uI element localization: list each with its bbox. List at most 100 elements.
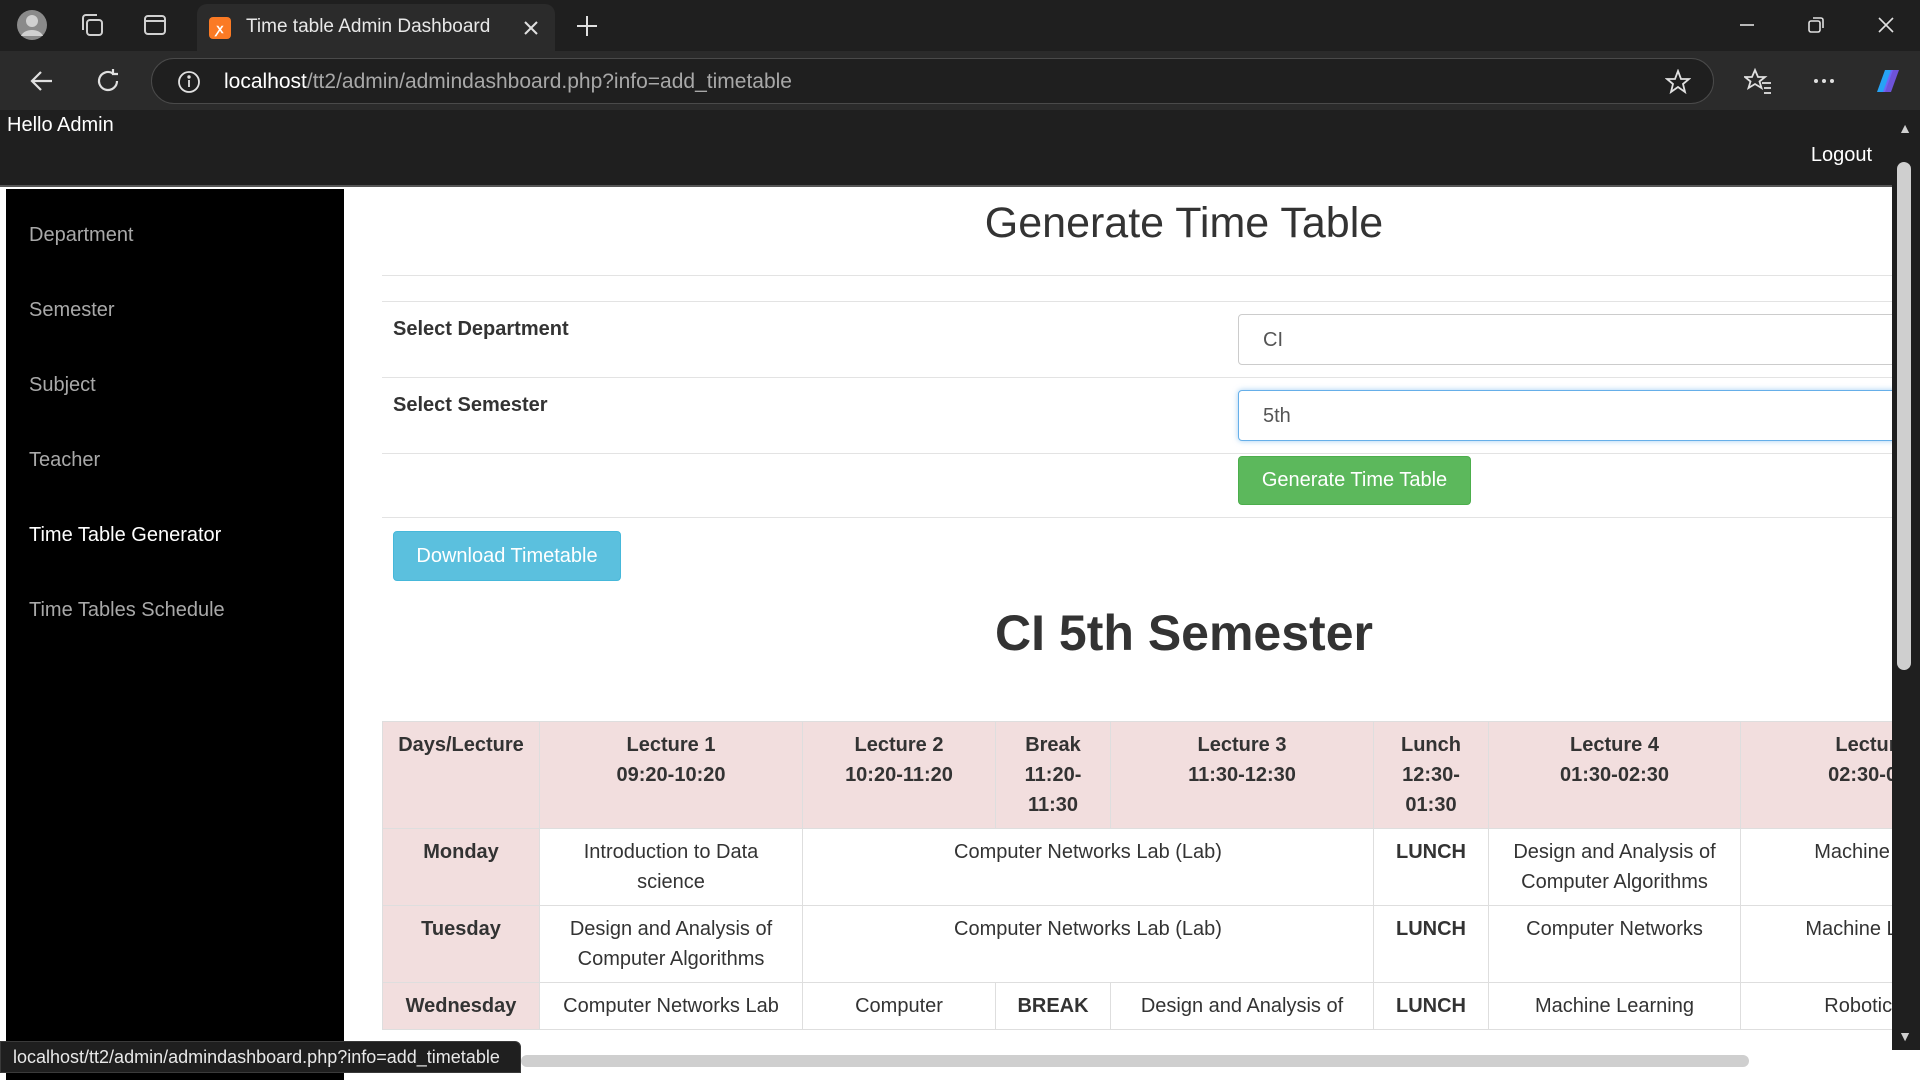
page-header: Hello Admin Logout	[0, 110, 1920, 187]
header-title: Lunch	[1401, 734, 1461, 756]
divider	[382, 453, 1892, 454]
timetable-cell: Computer Networks Lab (Lab)	[802, 828, 1374, 906]
table-row: Wednesday Computer Networks Lab Computer BR…	[382, 982, 1892, 1030]
sidebar-item-semester[interactable]: Semester	[29, 299, 115, 322]
timetable: Days/Lecture Lecture 1 09:20-10:20 Lecture …	[382, 721, 1892, 1030]
header-time: 11:30-12:30	[1188, 764, 1296, 786]
xampp-icon: ꭗ	[209, 17, 231, 39]
minimize-icon[interactable]	[1724, 8, 1770, 42]
page-title: Generate Time Table	[984, 199, 1384, 247]
table-row: Monday Introduction to Data science Comput…	[382, 828, 1892, 906]
scroll-up-arrow-icon[interactable]: ▲	[1893, 120, 1917, 140]
timetable-header-cell: Break 11:20-11:30	[995, 721, 1111, 829]
header-time: 10:20-11:20	[845, 764, 953, 786]
timetable-cell: Machine Learn	[1740, 905, 1892, 983]
header-time: 09:20-10:20	[616, 764, 726, 786]
generate-timetable-button[interactable]: Generate Time Table	[1238, 456, 1471, 505]
timetable-header-cell: Lecture 3 11:30-12:30	[1110, 721, 1374, 829]
department-label: Select Department	[393, 318, 569, 340]
timetable-header-cell: Days/Lecture	[382, 721, 540, 829]
url-text[interactable]: localhost/tt2/admin/admindashboard.php?i…	[224, 70, 792, 94]
day-cell: Monday	[382, 828, 540, 906]
timetable-cell: Design and Analysis of Computer Algorith…	[1488, 828, 1741, 906]
timetable-cell: Design and Analysis of	[1110, 982, 1374, 1030]
header-time: 12:30-01:30	[1402, 764, 1460, 816]
restore-icon[interactable]	[1793, 8, 1839, 42]
profile-icon[interactable]	[15, 8, 49, 42]
timetable-cell: Design and Analysis of Computer Algorith…	[539, 905, 803, 983]
close-window-icon[interactable]	[1863, 8, 1909, 42]
timetable-header-cell: Lunch 12:30-01:30	[1373, 721, 1489, 829]
header-time: 02:30-03:	[1828, 764, 1892, 786]
timetable-header-row: Days/Lecture Lecture 1 09:20-10:20 Lecture …	[382, 721, 1892, 829]
workspaces-icon[interactable]	[75, 8, 109, 42]
browser-tab-strip: ꭗ Time table Admin Dashboard	[0, 0, 1920, 51]
schedule-title: CI 5th Semester	[995, 605, 1373, 661]
timetable-cell: Machine Learning	[1488, 982, 1741, 1030]
timetable-cell: LUNCH	[1373, 905, 1489, 983]
active-tab[interactable]: ꭗ Time table Admin Dashboard	[197, 4, 555, 51]
tab-actions-icon[interactable]	[138, 8, 172, 42]
header-title: Lecture 2	[854, 734, 944, 756]
refresh-icon[interactable]	[90, 63, 126, 99]
header-time: 01:30-02:30	[1560, 764, 1669, 786]
table-row: Tuesday Design and Analysis of Computer A…	[382, 905, 1892, 983]
download-timetable-button[interactable]: Download Timetable	[393, 531, 621, 581]
page-viewport: Hello Admin Logout Department Semester S…	[0, 110, 1920, 1080]
header-time: 11:20-11:30	[1024, 764, 1082, 816]
logout-link[interactable]: Logout	[1811, 144, 1872, 167]
horizontal-scrollbar-thumb[interactable]	[521, 1055, 1749, 1067]
tab-title: Time table Admin Dashboard	[246, 16, 491, 37]
department-select[interactable]: CI	[1238, 314, 1892, 365]
day-cell: Wednesday	[382, 982, 540, 1030]
timetable-cell: LUNCH	[1373, 982, 1489, 1030]
vertical-scrollbar-thumb[interactable]	[1897, 162, 1911, 670]
new-tab-icon[interactable]	[572, 11, 602, 41]
semester-label: Select Semester	[393, 394, 548, 416]
timetable-cell: LUNCH	[1373, 828, 1489, 906]
timetable-cell: Robotics a	[1740, 982, 1892, 1030]
favorite-star-icon[interactable]	[1664, 68, 1692, 100]
timetable-header-cell: Lecture 1 09:20-10:20	[539, 721, 803, 829]
site-info-icon[interactable]	[177, 70, 201, 99]
header-title: Lecture 3	[1197, 734, 1287, 756]
header-title: Break	[1025, 734, 1081, 756]
timetable-cell: Introduction to Data science	[539, 828, 803, 906]
semester-select[interactable]: 5th	[1238, 390, 1892, 441]
timetable-header-cell: Lecture 4 01:30-02:30	[1488, 721, 1741, 829]
header-title: Lecture	[1835, 734, 1892, 756]
sidebar: Department Semester Subject Teacher Time…	[6, 189, 344, 1080]
sidebar-item-teacher[interactable]: Teacher	[29, 449, 100, 472]
sidebar-item-time-table-generator[interactable]: Time Table Generator	[29, 524, 221, 547]
timetable-cell: Computer Networks Lab	[539, 982, 803, 1030]
sidebar-item-time-tables-schedule[interactable]: Time Tables Schedule	[29, 599, 225, 622]
sidebar-item-department[interactable]: Department	[29, 224, 134, 247]
more-options-icon[interactable]	[1806, 63, 1842, 99]
favorites-icon[interactable]	[1740, 63, 1776, 99]
status-bar-url: localhost/tt2/admin/admindashboard.php?i…	[0, 1041, 521, 1073]
timetable-cell: Computer	[802, 982, 996, 1030]
timetable-cell: Computer Networks Lab (Lab)	[802, 905, 1374, 983]
timetable-cell: Computer Networks	[1488, 905, 1741, 983]
close-tab-icon[interactable]	[519, 16, 543, 40]
main-content: Generate Time Table Select Department CI…	[344, 189, 1892, 1080]
header-title: Days/Lecture	[398, 734, 524, 756]
back-icon[interactable]	[24, 63, 60, 99]
copilot-icon[interactable]	[1870, 63, 1906, 99]
greeting-text: Hello Admin	[7, 114, 114, 136]
scroll-down-arrow-icon[interactable]: ▼	[1893, 1028, 1917, 1048]
address-bar[interactable]: localhost/tt2/admin/admindashboard.php?i…	[151, 58, 1714, 104]
day-cell: Tuesday	[382, 905, 540, 983]
timetable-header-cell: Lecture 2 10:20-11:20	[802, 721, 996, 829]
browser-toolbar: localhost/tt2/admin/admindashboard.php?i…	[0, 51, 1920, 110]
divider	[382, 301, 1892, 302]
header-title: Lecture 1	[626, 734, 716, 756]
sidebar-item-subject[interactable]: Subject	[29, 374, 96, 397]
divider	[382, 275, 1892, 276]
timetable-cell: Machine Lea	[1740, 828, 1892, 906]
header-title: Lecture 4	[1570, 734, 1659, 756]
timetable-header-cell: Lecture 02:30-03:	[1740, 721, 1892, 829]
timetable-cell: BREAK	[995, 982, 1111, 1030]
divider	[382, 377, 1892, 378]
divider	[382, 517, 1892, 518]
